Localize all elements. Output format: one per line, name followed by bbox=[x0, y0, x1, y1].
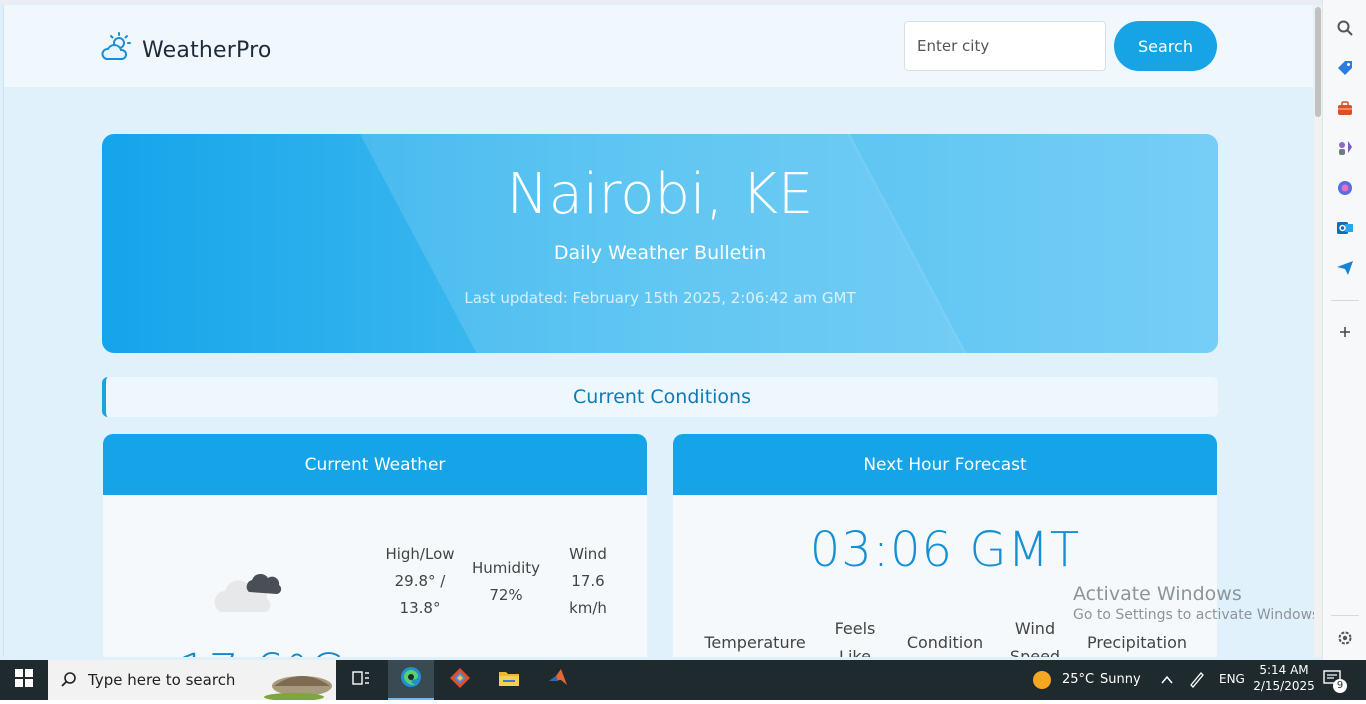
low-value: 13.8° bbox=[399, 599, 441, 617]
folder-icon bbox=[498, 669, 520, 691]
scrollbar-thumb[interactable] bbox=[1315, 7, 1321, 117]
chevron-up-icon[interactable] bbox=[1160, 672, 1174, 691]
browser-sidebar bbox=[1322, 0, 1366, 660]
taskbar-search-box[interactable]: Type here to search bbox=[48, 660, 336, 701]
taskbar-weather-temp[interactable]: 25°C bbox=[1062, 672, 1094, 687]
col-temperature: Temperature bbox=[704, 633, 806, 652]
clock-time: 5:14 AM bbox=[1259, 663, 1309, 677]
search-icon[interactable] bbox=[1335, 18, 1355, 38]
taskbar-weather-condition[interactable]: Sunny bbox=[1100, 672, 1141, 687]
page-scrollbar[interactable] bbox=[1314, 5, 1322, 657]
start-button[interactable] bbox=[0, 660, 48, 700]
taskbar-search-placeholder: Type here to search bbox=[88, 671, 236, 689]
gear-icon[interactable] bbox=[1335, 628, 1355, 648]
high-value: 29.8° / bbox=[394, 572, 446, 590]
watermark-title: Activate Windows bbox=[1073, 583, 1242, 605]
cloud-icon bbox=[213, 564, 288, 623]
input-language[interactable]: ENG bbox=[1219, 672, 1245, 686]
taskbar-clock[interactable]: 5:14 AM 2/15/2025 bbox=[1252, 663, 1316, 693]
col-condition: Condition bbox=[906, 633, 984, 652]
dev-tool-taskbar-button[interactable] bbox=[437, 660, 483, 700]
current-weather-card: Current Weather High/Low 29.8° / 13.8° H… bbox=[103, 434, 647, 657]
hero-banner: Nairobi, KE Daily Weather Bulletin Last … bbox=[102, 134, 1218, 353]
bulletin-subtitle: Daily Weather Bulletin bbox=[553, 242, 767, 264]
edge-taskbar-button[interactable] bbox=[388, 660, 434, 700]
edge-icon bbox=[399, 665, 423, 693]
site-header: WeatherPro Search bbox=[4, 5, 1313, 87]
search-highlight-image bbox=[264, 664, 336, 704]
search-button[interactable]: Search bbox=[1114, 21, 1217, 71]
notification-count-badge: 9 bbox=[1333, 679, 1347, 693]
diamond-app-icon bbox=[449, 667, 471, 693]
matlab-icon bbox=[547, 667, 569, 693]
high-low-label: High/Low bbox=[385, 545, 455, 563]
wind-unit: km/h bbox=[569, 599, 607, 617]
outlook-icon[interactable] bbox=[1335, 218, 1355, 238]
windows-logo-icon bbox=[15, 669, 33, 691]
watermark-subtitle: Go to Settings to activate Windows. bbox=[1073, 607, 1324, 623]
col-feels-like: Feels Like bbox=[834, 619, 876, 657]
high-low-stat: High/Low 29.8° / 13.8° bbox=[378, 541, 462, 622]
col-wind-speed: Wind Speed bbox=[1009, 619, 1061, 657]
copilot-icon[interactable] bbox=[1335, 178, 1355, 198]
send-icon[interactable] bbox=[1335, 258, 1355, 278]
windows-taskbar: Type here to search 25°C Sunny ENG 5:14 … bbox=[0, 660, 1366, 701]
next-hour-forecast-card: Next Hour Forecast 03:06 GMT Temperature… bbox=[673, 434, 1217, 657]
wind-label: Wind bbox=[569, 545, 607, 563]
pen-icon[interactable] bbox=[1188, 670, 1206, 692]
sun-cloud-icon bbox=[100, 31, 134, 69]
humidity-value: 72% bbox=[489, 586, 523, 604]
toolbox-icon[interactable] bbox=[1335, 98, 1355, 118]
current-temperature: 17.6°C bbox=[178, 644, 342, 657]
shopping-tag-icon[interactable] bbox=[1335, 58, 1355, 78]
site-title: WeatherPro bbox=[142, 37, 272, 63]
next-hour-title: Next Hour Forecast bbox=[673, 434, 1217, 495]
task-view-button[interactable] bbox=[338, 660, 384, 700]
file-explorer-button[interactable] bbox=[486, 660, 532, 700]
activate-windows-watermark: Activate Windows Go to Settings to activ… bbox=[1073, 583, 1324, 623]
browser-window: WeatherPro Search Nairobi, KE Daily Weat… bbox=[0, 0, 1366, 660]
web-page: WeatherPro Search Nairobi, KE Daily Weat… bbox=[3, 5, 1313, 657]
address-bar-edge bbox=[0, 0, 1322, 4]
city-search-input[interactable] bbox=[904, 21, 1106, 71]
wind-stat: Wind 17.6 km/h bbox=[558, 541, 618, 622]
city-name: Nairobi, KE bbox=[506, 162, 814, 227]
add-icon[interactable] bbox=[1335, 322, 1355, 342]
notifications-button[interactable]: 9 bbox=[1322, 668, 1347, 693]
humidity-label: Humidity bbox=[471, 559, 540, 577]
weather-sun-icon[interactable] bbox=[1032, 670, 1052, 694]
task-view-icon bbox=[351, 669, 371, 691]
sidebar-divider bbox=[1331, 300, 1359, 301]
humidity-stat: Humidity 72% bbox=[468, 555, 544, 609]
search-icon bbox=[60, 671, 78, 693]
col-precipitation: Precipitation bbox=[1086, 633, 1187, 652]
current-weather-title: Current Weather bbox=[103, 434, 647, 495]
matlab-taskbar-button[interactable] bbox=[535, 660, 581, 700]
section-title-current-conditions: Current Conditions bbox=[102, 377, 1218, 417]
last-updated-text: Last updated: February 15th 2025, 2:06:4… bbox=[464, 289, 856, 307]
games-icon[interactable] bbox=[1335, 138, 1355, 158]
clock-date: 2/15/2025 bbox=[1253, 679, 1315, 693]
forecast-time: 03:06 GMT bbox=[809, 522, 1081, 578]
site-logo[interactable]: WeatherPro bbox=[100, 31, 272, 69]
wind-value: 17.6 bbox=[571, 572, 605, 590]
sidebar-divider-bottom bbox=[1331, 615, 1359, 616]
